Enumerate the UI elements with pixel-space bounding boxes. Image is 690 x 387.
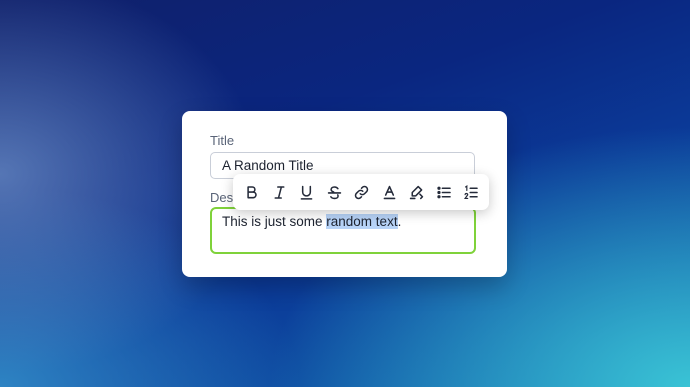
title-input-value: A Random Title [222,158,314,173]
bold-icon[interactable] [238,177,266,207]
italic-icon[interactable] [266,177,294,207]
title-label: Title [210,133,235,148]
strikethrough-icon[interactable] [321,177,349,207]
description-selected-text: random text [326,214,398,229]
bullet-list-icon[interactable] [431,177,459,207]
highlight-icon[interactable] [403,177,431,207]
description-editor[interactable]: This is just some random text. [210,207,476,254]
description-text-end: . [397,214,402,229]
format-toolbar [233,174,489,210]
text-color-icon[interactable] [376,177,404,207]
underline-icon[interactable] [293,177,321,207]
link-icon[interactable] [348,177,376,207]
description-text: This is just some [222,214,327,229]
numbered-list-icon[interactable] [458,177,486,207]
